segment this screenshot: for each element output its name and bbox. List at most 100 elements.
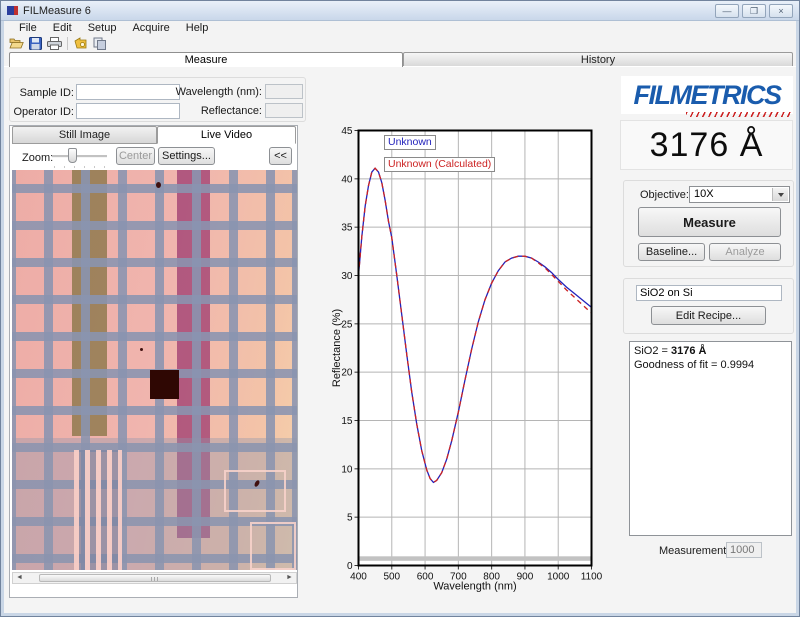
measurement-number-field: 1000 xyxy=(726,542,762,558)
y-tick-label: 45 xyxy=(341,126,353,137)
restore-button[interactable]: ❐ xyxy=(742,4,766,18)
scrollbar-thumb[interactable] xyxy=(39,574,271,582)
image-hscrollbar[interactable]: ◄ ► xyxy=(12,572,297,584)
print-icon[interactable] xyxy=(46,36,62,51)
measure-page: Sample ID: Operator ID: Wavelength (nm):… xyxy=(4,66,796,613)
measure-button[interactable]: Measure xyxy=(638,207,781,237)
wavelength-field xyxy=(265,84,303,99)
result-line-2: Goodness of fit = 0.9994 xyxy=(634,358,787,372)
chart-canvas: 4005006007008009001000110005101520253035… xyxy=(331,122,603,594)
thickness-value: 3176 Å xyxy=(650,126,764,165)
video-panel: Still Image Live Video Zoom: Center Sett… xyxy=(9,125,298,598)
app-window: FILMeasure 6 — ❐ × File Edit Setup Acqui… xyxy=(0,0,800,617)
client-area: File Edit Setup Acquire Help xyxy=(4,21,796,613)
legend-unknown-calculated: Unknown (Calculated) xyxy=(384,157,495,172)
chart-legend: Unknown Unknown (Calculated) xyxy=(384,135,495,172)
zoom-slider-thumb[interactable] xyxy=(68,148,77,163)
wafer-circuit-trace xyxy=(250,522,296,570)
wafer-measure-site xyxy=(150,370,179,399)
result-thickness-value: 3176 Å xyxy=(671,345,706,357)
objective-value: 10X xyxy=(694,188,714,200)
live-video-image[interactable] xyxy=(12,170,297,570)
menu-help[interactable]: Help xyxy=(179,22,216,34)
y-tick-label: 35 xyxy=(341,223,353,234)
chart-status-bar xyxy=(360,556,591,561)
tab-live-video[interactable]: Live Video xyxy=(157,126,296,144)
tab-history[interactable]: History xyxy=(403,52,793,67)
baseline-button[interactable]: Baseline... xyxy=(638,243,705,261)
x-tick-label: 900 xyxy=(517,572,534,583)
result-line-1: SiO2 = 3176 Å xyxy=(634,344,787,358)
app-icon xyxy=(7,6,18,15)
sample-id-input[interactable] xyxy=(76,84,180,100)
copy-icon[interactable] xyxy=(92,36,108,51)
operator-id-label: Operator ID: xyxy=(12,106,74,118)
minimize-button[interactable]: — xyxy=(715,4,739,18)
measurement-number-label: Measurement # xyxy=(659,545,735,557)
wavelength-label: Wavelength (nm): xyxy=(172,86,262,98)
window-title: FILMeasure 6 xyxy=(23,5,91,17)
brand-text: FILMETRICS xyxy=(634,80,781,111)
scroll-left-icon[interactable]: ◄ xyxy=(13,573,26,583)
menu-file[interactable]: File xyxy=(12,22,44,34)
sample-id-label: Sample ID: xyxy=(12,87,74,99)
analyze-button[interactable]: Analyze xyxy=(709,243,781,261)
y-tick-label: 40 xyxy=(341,174,353,185)
y-tick-label: 0 xyxy=(347,561,353,572)
scroll-right-icon[interactable]: ► xyxy=(283,573,296,583)
y-axis-label: Reflectance (%) xyxy=(331,309,343,387)
save-icon[interactable] xyxy=(27,36,43,51)
y-tick-label: 30 xyxy=(341,271,353,282)
x-tick-label: 600 xyxy=(417,572,434,583)
settings-button[interactable]: Settings... xyxy=(158,147,215,165)
tab-measure[interactable]: Measure xyxy=(9,52,403,67)
title-bar[interactable]: FILMeasure 6 — ❐ × xyxy=(1,1,799,21)
y-tick-label: 20 xyxy=(341,368,353,379)
results-listbox[interactable]: SiO2 = 3176 Å Goodness of fit = 0.9994 xyxy=(629,341,792,536)
wafer-speck xyxy=(140,348,143,351)
main-tab-strip: Measure History xyxy=(4,52,796,67)
zoom-label: Zoom: xyxy=(22,152,53,164)
reflectance-label: Reflectance: xyxy=(172,105,262,117)
dropdown-arrowbox[interactable] xyxy=(772,188,788,201)
x-axis-label: Wavelength (nm) xyxy=(433,581,516,593)
reflectance-field xyxy=(265,103,303,118)
menu-bar: File Edit Setup Acquire Help xyxy=(4,21,796,35)
operator-id-input[interactable] xyxy=(76,103,180,119)
objective-label: Objective: xyxy=(640,189,689,201)
x-tick-label: 1000 xyxy=(547,572,570,583)
filmetrics-logo: FILMETRICS xyxy=(621,76,793,114)
snapshot-icon[interactable] xyxy=(73,36,89,51)
wafer-speck xyxy=(156,182,161,188)
y-tick-label: 10 xyxy=(341,464,353,475)
chevron-down-icon xyxy=(778,193,784,197)
y-tick-label: 15 xyxy=(341,416,353,427)
window-frame-right xyxy=(796,21,799,616)
menu-setup[interactable]: Setup xyxy=(81,22,124,34)
thickness-display: 3176 Å xyxy=(620,120,793,170)
toolbar xyxy=(4,35,796,51)
open-icon[interactable] xyxy=(8,36,24,51)
collapse-button[interactable]: << xyxy=(269,147,292,165)
zoom-slider-ticks xyxy=(54,166,106,168)
logo-hatch-decoration xyxy=(686,112,792,117)
zoom-slider-track[interactable] xyxy=(52,155,107,158)
y-tick-label: 25 xyxy=(341,319,353,330)
objective-dropdown[interactable]: 10X xyxy=(689,186,790,203)
window-frame-bottom xyxy=(1,613,799,616)
legend-unknown: Unknown xyxy=(384,135,436,150)
x-tick-label: 1100 xyxy=(581,572,603,583)
recipe-input[interactable]: SiO2 on Si xyxy=(636,285,782,301)
wafer-circuit-trace xyxy=(224,470,286,512)
menu-edit[interactable]: Edit xyxy=(46,22,79,34)
tab-still-image[interactable]: Still Image xyxy=(12,126,157,144)
y-tick-label: 5 xyxy=(347,513,353,524)
menu-acquire[interactable]: Acquire xyxy=(125,22,176,34)
reflectance-chart: 4005006007008009001000110005101520253035… xyxy=(331,122,603,594)
x-tick-label: 500 xyxy=(383,572,400,583)
toolbar-separator xyxy=(67,37,68,50)
close-button[interactable]: × xyxy=(769,4,793,18)
edit-recipe-button[interactable]: Edit Recipe... xyxy=(651,306,766,325)
wafer-circuit-comb xyxy=(74,450,122,570)
center-button[interactable]: Center xyxy=(116,147,155,165)
